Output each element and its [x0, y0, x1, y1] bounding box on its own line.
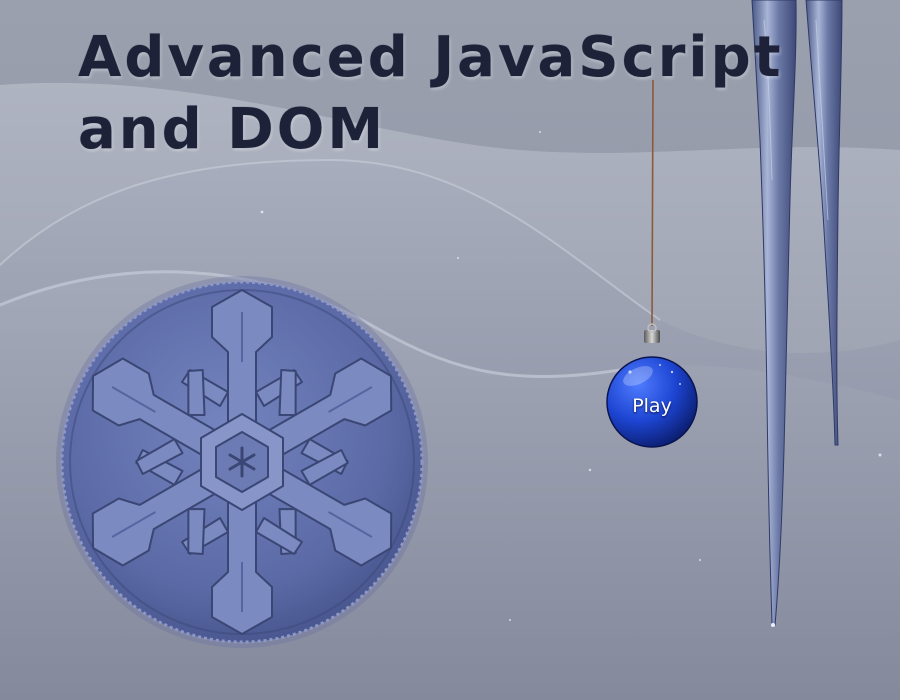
title-line-2: and DOM [78, 97, 387, 162]
play-button-label: Play [632, 395, 672, 417]
play-button[interactable]: Play [606, 358, 698, 450]
title-line-1: Advanced JavaScript [78, 25, 784, 90]
page-title: Advanced JavaScript and DOM [78, 22, 783, 166]
